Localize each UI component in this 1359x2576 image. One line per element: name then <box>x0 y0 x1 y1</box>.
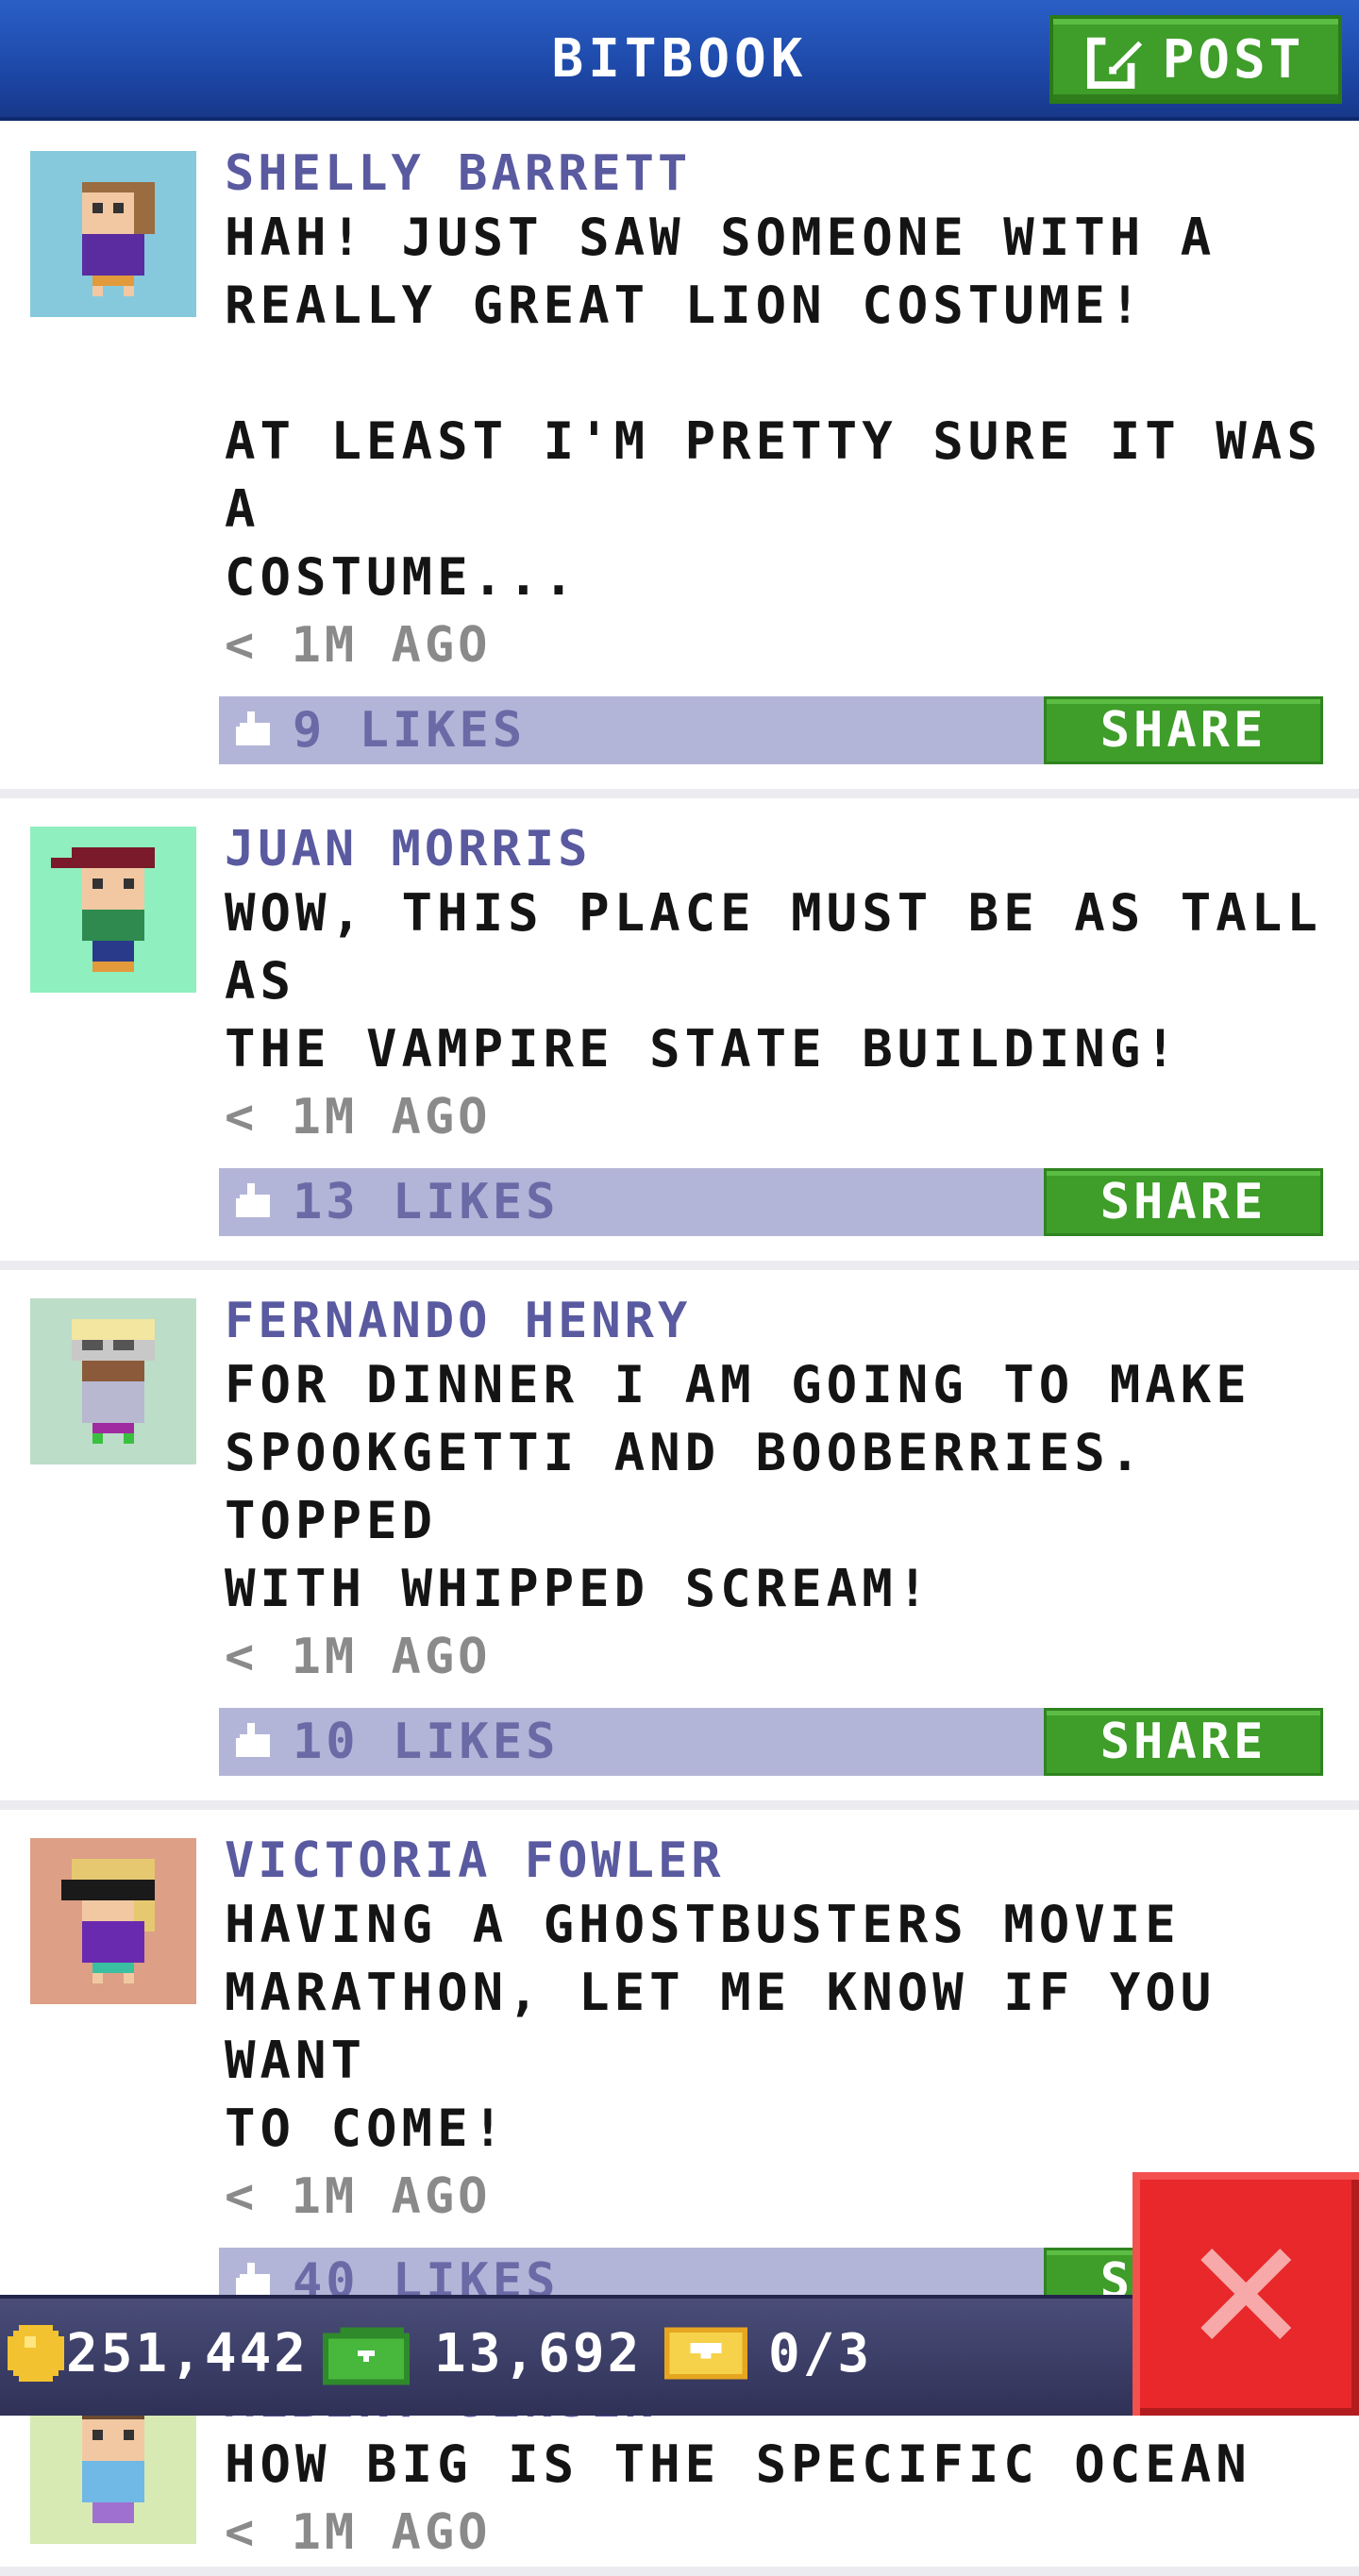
coin-icon <box>8 2325 64 2382</box>
post-message: HOW BIG IS THE SPECIFIC OCEAN <box>225 2434 1251 2494</box>
feed-post: SHELLY BARRETT HAH! JUST SAW SOMEONE WIT… <box>0 123 1359 798</box>
post-time: < 1M AGO <box>225 2504 492 2561</box>
bux-icon <box>323 2327 410 2385</box>
ticket-icon <box>664 2327 747 2380</box>
top-header: BITBOOK POST <box>0 0 1359 121</box>
compose-icon <box>1086 30 1146 89</box>
share-button[interactable]: SHARE <box>1044 1708 1323 1776</box>
feed-post: FERNANDO HENRY FOR DINNER I AM GOING TO … <box>0 1270 1359 1810</box>
tickets-count: 0/3 <box>768 2323 873 2384</box>
likes-bar: 10 LIKES SHARE <box>219 1708 1323 1776</box>
avatar[interactable] <box>30 151 196 317</box>
post-author: JUAN MORRIS <box>225 821 592 878</box>
close-icon <box>1189 2237 1302 2350</box>
likes-bar: 13 LIKES SHARE <box>219 1168 1323 1236</box>
post-button[interactable]: POST <box>1049 15 1342 104</box>
feed-post: JUAN MORRIS WOW, THIS PLACE MUST BE AS T… <box>0 798 1359 1270</box>
post-author: SHELLY BARRETT <box>225 145 692 202</box>
post-message: FOR DINNER I AM GOING TO MAKE SPOOKGETTI… <box>225 1355 1251 1618</box>
post-button-label: POST <box>1162 28 1305 91</box>
post-time: < 1M AGO <box>225 617 492 674</box>
post-author: FERNANDO HENRY <box>225 1293 692 1349</box>
post-message: HAH! JUST SAW SOMEONE WITH A REALLY GREA… <box>225 208 1322 607</box>
coins-count: 251,442 <box>66 2323 310 2384</box>
bux-count: 13,692 <box>434 2323 643 2384</box>
share-button[interactable]: SHARE <box>1044 1168 1323 1236</box>
thumbs-up-icon <box>236 1183 274 1221</box>
thumbs-up-icon <box>236 711 274 749</box>
likes-bar: 9 LIKES SHARE <box>219 696 1323 764</box>
likes-count: 9 LIKES <box>293 702 527 759</box>
avatar[interactable] <box>30 1298 196 1464</box>
share-button[interactable]: SHARE <box>1044 696 1323 764</box>
likes-count: 13 LIKES <box>293 1174 560 1230</box>
thumbs-up-icon <box>236 1723 274 1761</box>
post-time: < 1M AGO <box>225 1089 492 1146</box>
likes-count: 10 LIKES <box>293 1714 560 1770</box>
post-message: WOW, THIS PLACE MUST BE AS TALL AS THE V… <box>225 883 1322 1079</box>
post-time: < 1M AGO <box>225 1629 492 1685</box>
avatar[interactable] <box>30 1838 196 2004</box>
post-message: HAVING A GHOSTBUSTERS MOVIE MARATHON, LE… <box>225 1895 1216 2158</box>
avatar[interactable] <box>30 827 196 993</box>
post-author: VICTORIA FOWLER <box>225 1832 725 1889</box>
close-button[interactable] <box>1132 2172 1359 2416</box>
